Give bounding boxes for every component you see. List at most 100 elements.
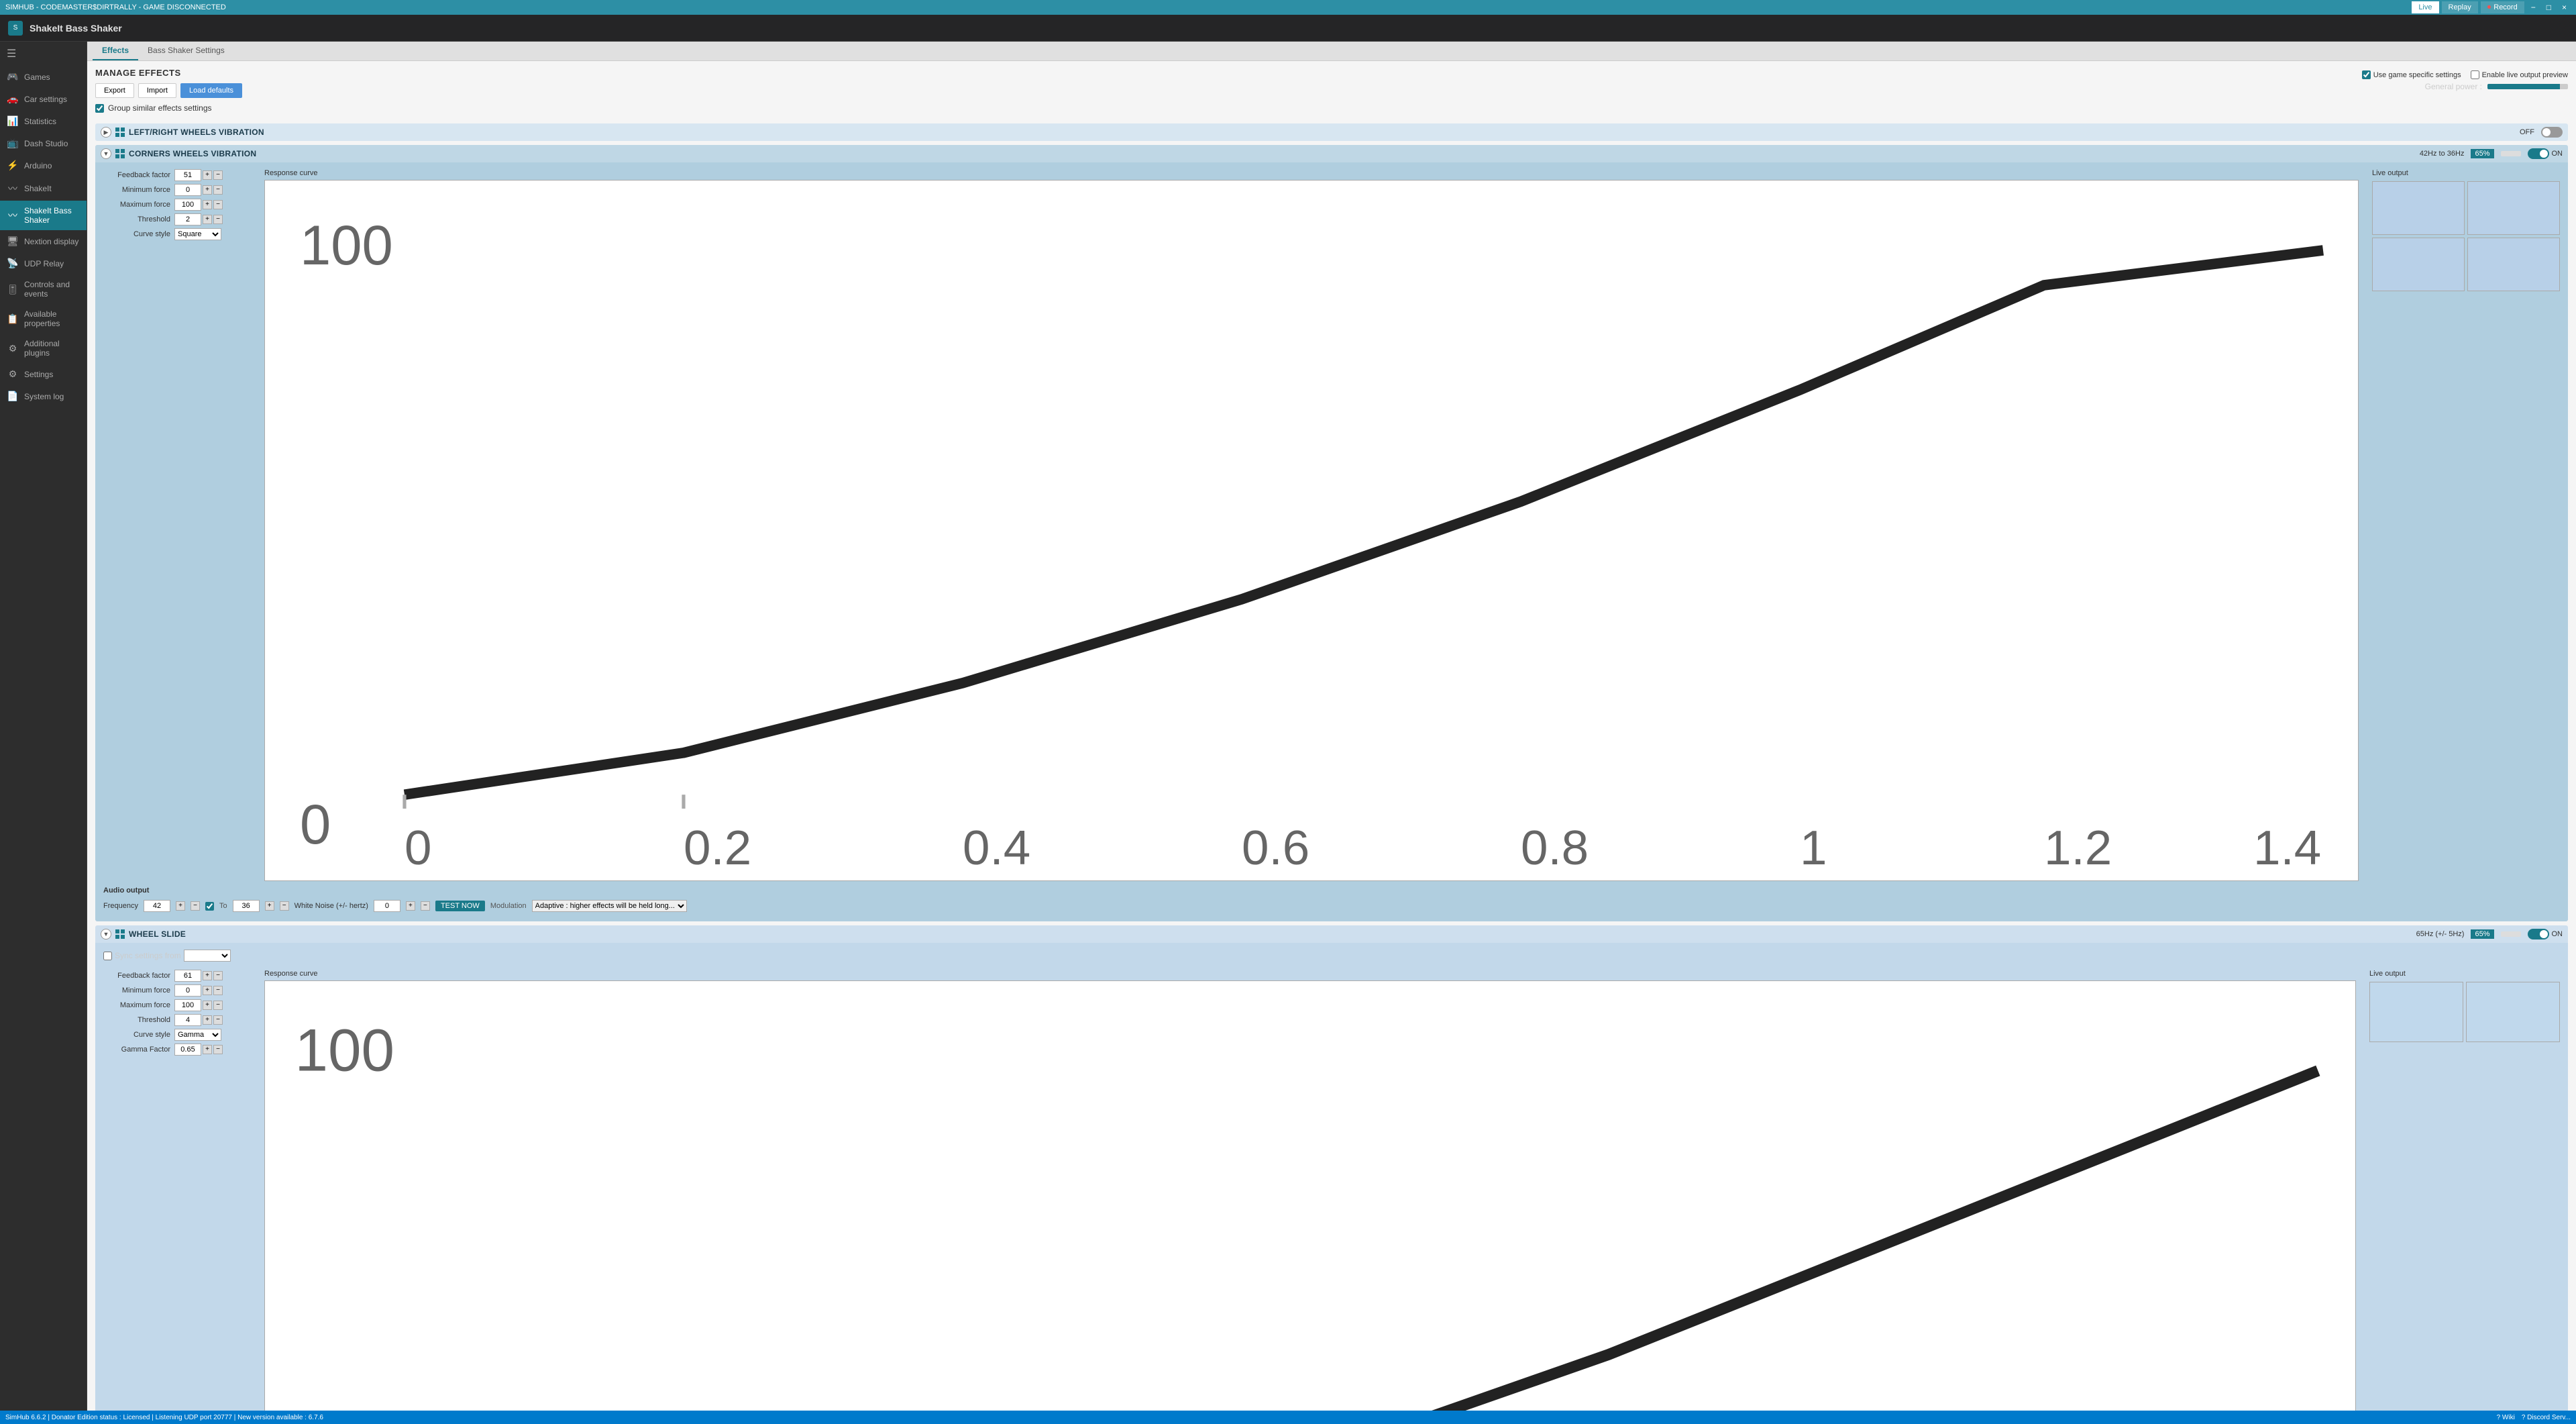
corners-maxforce-plus[interactable]: + <box>203 200 212 209</box>
ws-minforce-plus[interactable]: + <box>203 986 212 995</box>
app-title: ShakeIt Bass Shaker <box>30 23 122 34</box>
wheel-slide-sync-checkbox[interactable] <box>103 952 112 960</box>
corners-test-button[interactable]: TEST NOW <box>435 901 485 911</box>
sidebar-item-available-properties[interactable]: 📋 Available properties <box>0 304 87 334</box>
corners-threshold-input[interactable] <box>174 213 201 225</box>
corners-feedback-plus[interactable]: + <box>203 170 212 180</box>
corners-freq-to-plus[interactable]: + <box>265 901 274 911</box>
sidebar-item-statistics[interactable]: 📊 Statistics <box>0 110 87 132</box>
sidebar-item-system-log[interactable]: 📄 System log <box>0 385 87 407</box>
corners-minforce-plus[interactable]: + <box>203 185 212 195</box>
corners-maxforce-minus[interactable]: − <box>213 200 223 209</box>
sidebar-item-controls-events[interactable]: 🎚 Controls and events <box>0 274 87 304</box>
sidebar-item-nextion[interactable]: 🖥 Nextion display <box>0 230 87 252</box>
sidebar-item-additional-plugins[interactable]: ⚙ Additional plugins <box>0 334 87 363</box>
ws-curvestyle-select[interactable]: Gamma Square Linear <box>174 1029 221 1041</box>
wheel-slide-header[interactable]: ▼ WHEEL SLIDE 65Hz (+/- 5Hz) 65% ON <box>95 925 2568 943</box>
corners-whitenoise-minus[interactable]: − <box>421 901 430 911</box>
enable-live-checkbox[interactable] <box>2471 70 2479 79</box>
sidebar-label-games: Games <box>24 72 50 82</box>
ws-feedback-minus[interactable]: − <box>213 971 223 980</box>
use-game-specific-checkbox[interactable] <box>2362 70 2371 79</box>
ws-maxforce-input[interactable] <box>174 999 201 1011</box>
sidebar-menu-toggle[interactable]: ☰ <box>0 42 87 66</box>
statusbar: SimHub 6.6.2 | Donator Edition status : … <box>0 1411 2576 1424</box>
corners-freq-from-minus[interactable]: − <box>191 901 200 911</box>
maximize-button[interactable]: □ <box>2542 3 2555 12</box>
replay-button[interactable]: Replay <box>2442 1 2478 13</box>
sidebar-item-dash-studio[interactable]: 📺 Dash Studio <box>0 132 87 154</box>
ws-threshold-plus[interactable]: + <box>203 1015 212 1025</box>
load-defaults-button[interactable]: Load defaults <box>180 83 242 98</box>
ws-gammafactor-plus[interactable]: + <box>203 1045 212 1054</box>
sidebar-item-arduino[interactable]: ⚡ Arduino <box>0 154 87 176</box>
corners-freq-to-minus[interactable]: − <box>280 901 289 911</box>
corners-toggle[interactable] <box>2528 148 2549 159</box>
enable-live-label[interactable]: Enable live output preview <box>2471 70 2568 79</box>
shakeit-icon: 〰 <box>7 182 19 195</box>
tab-bass-shaker-settings[interactable]: Bass Shaker Settings <box>138 42 234 60</box>
use-game-specific-label[interactable]: Use game specific settings <box>2362 70 2461 79</box>
corners-minforce-input[interactable] <box>174 184 201 196</box>
ws-maxforce-plus[interactable]: + <box>203 1001 212 1010</box>
minimize-button[interactable]: − <box>2527 3 2540 12</box>
record-button[interactable]: ⏺ Record <box>2481 1 2524 13</box>
ws-live-chart-2 <box>2466 982 2560 1042</box>
corners-threshold-plus[interactable]: + <box>203 215 212 224</box>
corners-freq-from-input[interactable] <box>144 900 170 912</box>
ws-live-label: Live output <box>2369 970 2560 978</box>
ws-maxforce-minus[interactable]: − <box>213 1001 223 1010</box>
corners-curvestyle-select[interactable]: Square Gamma Linear <box>174 228 221 240</box>
collapse-wheel-slide-btn[interactable]: ▼ <box>101 929 111 939</box>
tab-effects[interactable]: Effects <box>93 42 138 60</box>
ws-threshold-label: Threshold <box>103 1016 170 1024</box>
ws-feedback-input[interactable] <box>174 970 201 982</box>
ws-minforce-minus[interactable]: − <box>213 986 223 995</box>
live-button[interactable]: Live <box>2412 1 2438 13</box>
corners-freq-checkbox[interactable] <box>205 902 214 911</box>
corners-wheels-header[interactable]: ▼ CORNERS WHEELS VIBRATION 42Hz to 36Hz … <box>95 145 2568 162</box>
corners-freq-to-input[interactable] <box>233 900 260 912</box>
corners-whitenoise-plus[interactable]: + <box>406 901 415 911</box>
sidebar-item-car-settings[interactable]: 🚗 Car settings <box>0 88 87 110</box>
group-similar-checkbox[interactable] <box>95 104 104 113</box>
corners-freq-from-plus[interactable]: + <box>176 901 185 911</box>
corners-threshold-minus[interactable]: − <box>213 215 223 224</box>
left-right-wheels-header[interactable]: ▶ LEFT/RIGHT WHEELS VIBRATION OFF <box>95 123 2568 141</box>
close-button[interactable]: × <box>2558 3 2571 12</box>
titlebar: SIMHUB - CODEMASTER$DIRTRALLY - GAME DIS… <box>0 0 2576 15</box>
collapse-left-right-btn[interactable]: ▶ <box>101 127 111 138</box>
ws-feedback-plus[interactable]: + <box>203 971 212 980</box>
corners-toggle-group: ON <box>2528 148 2563 159</box>
corners-feedback-input[interactable] <box>174 169 201 181</box>
sidebar-item-udp-relay[interactable]: 📡 UDP Relay <box>0 252 87 274</box>
corners-whitenoise-input[interactable] <box>374 900 400 912</box>
corners-audio-row: Frequency + − To + − White Noise (+/- he… <box>103 897 2560 915</box>
collapse-corners-btn[interactable]: ▼ <box>101 148 111 159</box>
sidebar-item-settings[interactable]: ⚙ Settings <box>0 363 87 385</box>
wheel-slide-toggle[interactable] <box>2528 929 2549 939</box>
sidebar-item-shakeit-bass-shaker[interactable]: 〰 ShakeIt Bass Shaker <box>0 201 87 230</box>
import-button[interactable]: Import <box>138 83 176 98</box>
ws-gammafactor-minus[interactable]: − <box>213 1045 223 1054</box>
statusbar-discord[interactable]: ? Discord Serv... <box>2522 1414 2571 1421</box>
corners-maxforce-input[interactable] <box>174 199 201 211</box>
games-icon: 🎮 <box>7 71 19 83</box>
statusbar-wiki[interactable]: ? Wiki <box>2497 1414 2515 1421</box>
left-right-toggle[interactable] <box>2541 127 2563 138</box>
ws-threshold-input[interactable] <box>174 1014 201 1026</box>
export-button[interactable]: Export <box>95 83 134 98</box>
ws-gammafactor-input[interactable] <box>174 1044 201 1056</box>
corners-minforce-row: Minimum force + − <box>103 184 251 196</box>
wheel-slide-sync-select[interactable] <box>184 950 231 962</box>
corners-modulation-select[interactable]: Adaptive : higher effects will be held l… <box>532 900 687 912</box>
ws-threshold-minus[interactable]: − <box>213 1015 223 1025</box>
sidebar-item-shakeit[interactable]: 〰 ShakeIt <box>0 176 87 201</box>
corners-feedback-minus[interactable]: − <box>213 170 223 180</box>
sidebar-item-games[interactable]: 🎮 Games <box>0 66 87 88</box>
wheel-slide-sync-row: Sync settings from <box>103 950 2560 962</box>
left-right-title: LEFT/RIGHT WHEELS VIBRATION <box>129 128 264 137</box>
corners-minforce-minus[interactable]: − <box>213 185 223 195</box>
ws-minforce-input[interactable] <box>174 984 201 997</box>
general-power-bar[interactable] <box>2487 84 2568 89</box>
